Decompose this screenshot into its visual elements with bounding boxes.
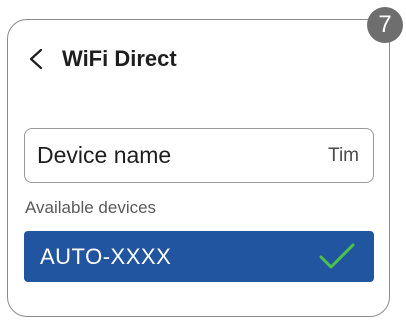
available-devices-label: Available devices <box>25 198 157 217</box>
device-name-value: Tim <box>328 144 359 166</box>
screen: 7 WiFi Direct Device name Tim Available … <box>0 0 406 320</box>
device-name-field[interactable]: Device name Tim <box>24 128 374 183</box>
header: WiFi Direct <box>28 42 177 76</box>
chevron-left-icon[interactable] <box>28 47 44 71</box>
device-name-label: Device name <box>37 142 172 168</box>
page-title: WiFi Direct <box>62 46 177 71</box>
step-number-badge: 7 <box>367 7 403 43</box>
device-name: AUTO-XXXX <box>40 243 172 269</box>
checkmark-icon <box>318 242 356 272</box>
device-list-item[interactable]: AUTO-XXXX <box>24 231 374 282</box>
